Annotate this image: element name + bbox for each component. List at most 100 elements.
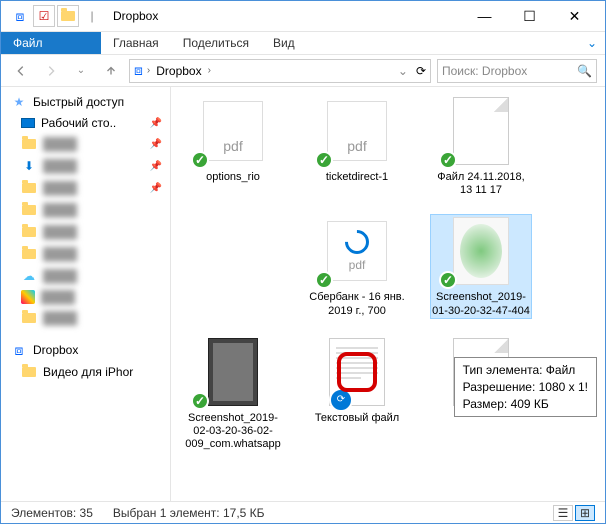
- tooltip: Тип элемента: Файл Разрешение: 1080 x 1!…: [454, 357, 597, 417]
- forward-button[interactable]: [39, 59, 63, 83]
- breadcrumb[interactable]: ⧈ › Dropbox › ⌄ ⟳: [129, 59, 431, 83]
- sidebar-item[interactable]: ████ 📌: [1, 177, 170, 199]
- sidebar: ★ Быстрый доступ Рабочий сто.. 📌 ████ 📌 ⬇…: [1, 87, 171, 501]
- titlebar: ⧈ ☑ | Dropbox — ☐ ✕: [1, 1, 605, 31]
- expand-ribbon-icon[interactable]: ⌄: [579, 36, 605, 50]
- view-details-button[interactable]: ☰: [553, 505, 573, 521]
- search-input[interactable]: Поиск: Dropbox 🔍: [437, 59, 597, 83]
- sidebar-item[interactable]: ████📌: [1, 133, 170, 155]
- pin-icon: 📌: [150, 118, 162, 129]
- dropbox-icon: ⧈: [11, 342, 27, 358]
- back-button[interactable]: [9, 59, 33, 83]
- menubar: Файл Главная Поделиться Вид ⌄: [1, 31, 605, 55]
- sidebar-item[interactable]: ████: [1, 287, 170, 307]
- downloads-icon: ⬇: [21, 158, 37, 174]
- search-placeholder: Поиск: Dropbox: [442, 64, 527, 78]
- history-dropdown[interactable]: ⌄: [69, 59, 93, 83]
- sidebar-item[interactable]: ████: [1, 243, 170, 265]
- file-item[interactable]: ⟳ Текстовый файл: [307, 336, 407, 452]
- file-label: options_rio: [183, 171, 283, 184]
- view-icons-button[interactable]: ⊞: [575, 505, 595, 521]
- checkbox-icon[interactable]: ☑: [33, 5, 55, 27]
- sync-badge-icon: ✓: [439, 151, 457, 169]
- breadcrumb-dropdown-icon[interactable]: ⌄: [398, 64, 408, 78]
- up-button[interactable]: [99, 59, 123, 83]
- sidebar-label: ████: [43, 181, 77, 195]
- file-pane[interactable]: pdf✓ options_rio pdf✓ ticketdirect-1 ✓ Ф…: [171, 87, 605, 501]
- sidebar-item[interactable]: ⬇████📌: [1, 155, 170, 177]
- pdf-thumb: pdf: [203, 101, 263, 161]
- sidebar-label: ████: [43, 311, 77, 325]
- chevron-right-icon: ›: [208, 65, 211, 76]
- sidebar-item[interactable]: ████: [1, 221, 170, 243]
- pin-icon: 📌: [150, 161, 162, 172]
- menu-file[interactable]: Файл: [1, 32, 101, 54]
- sidebar-label: ████: [43, 269, 77, 283]
- file-label: Screenshot_2019-02-03-20-36-02-009_com.w…: [183, 412, 283, 452]
- folder-icon: [21, 136, 37, 152]
- desktop-icon: [21, 118, 35, 128]
- sync-badge-icon: ✓: [191, 151, 209, 169]
- file-item[interactable]: pdf✓ Сбербанк - 16 янв. 2019 г., 700: [307, 215, 407, 317]
- status-selection: Выбран 1 элемент: 17,5 КБ: [113, 506, 265, 520]
- icloud-icon: ☁: [21, 268, 37, 284]
- folder-icon: [21, 246, 37, 262]
- sidebar-label: ████: [41, 290, 75, 304]
- sidebar-desktop[interactable]: Рабочий сто.. 📌: [1, 113, 170, 133]
- folder-icon[interactable]: [57, 5, 79, 27]
- statusbar: Элементов: 35 Выбран 1 элемент: 17,5 КБ …: [1, 501, 605, 523]
- file-item[interactable]: ✓ Файл 24.11.2018, 13 11 17: [431, 95, 531, 197]
- file-label: ticketdirect-1: [307, 171, 407, 184]
- tooltip-line: Тип элемента: Файл: [463, 362, 588, 379]
- image-thumb: [453, 217, 509, 285]
- pin-icon: 📌: [150, 139, 162, 150]
- app-icon: [21, 290, 35, 304]
- pdf-edge-thumb: pdf: [327, 221, 387, 281]
- highlight-annotation: [337, 352, 377, 392]
- menu-home[interactable]: Главная: [101, 32, 171, 54]
- breadcrumb-dropbox-icon: ⧈: [134, 62, 143, 79]
- sidebar-dropbox[interactable]: ⧈ Dropbox: [1, 339, 170, 361]
- refresh-icon[interactable]: ⟳: [416, 64, 426, 78]
- file-thumb: [453, 97, 509, 165]
- sync-badge-icon: ✓: [315, 271, 333, 289]
- sync-badge-icon: ✓: [315, 151, 333, 169]
- tooltip-line: Разрешение: 1080 x 1!: [463, 379, 588, 396]
- sidebar-quick-access[interactable]: ★ Быстрый доступ: [1, 91, 170, 113]
- tooltip-line: Размер: 409 КБ: [463, 396, 588, 413]
- sidebar-label: Быстрый доступ: [33, 95, 124, 109]
- file-item[interactable]: pdf✓ ticketdirect-1: [307, 95, 407, 197]
- folder-icon: [21, 364, 37, 380]
- image-thumb: [208, 338, 258, 406]
- sidebar-label: ████: [43, 225, 77, 239]
- file-label: Screenshot_2019-01-30-20-32-47-404: [431, 291, 531, 317]
- pin-icon: 📌: [150, 183, 162, 194]
- address-bar: ⌄ ⧈ › Dropbox › ⌄ ⟳ Поиск: Dropbox 🔍: [1, 55, 605, 87]
- menu-view[interactable]: Вид: [261, 32, 307, 54]
- maximize-button[interactable]: ☐: [507, 1, 552, 31]
- dropbox-icon: ⧈: [9, 5, 31, 27]
- folder-icon: [21, 180, 37, 196]
- breadcrumb-folder[interactable]: Dropbox: [154, 64, 203, 78]
- sidebar-label: Рабочий сто..: [41, 116, 116, 130]
- file-item[interactable]: ✓ Screenshot_2019-01-30-20-32-47-404: [431, 215, 531, 317]
- sidebar-video[interactable]: Видео для iPhor: [1, 361, 170, 383]
- folder-icon: [21, 202, 37, 218]
- star-icon: ★: [11, 94, 27, 110]
- minimize-button[interactable]: —: [462, 1, 507, 31]
- sync-badge-icon: ✓: [439, 271, 457, 289]
- sidebar-label: Видео для iPhor: [43, 365, 133, 379]
- menu-share[interactable]: Поделиться: [171, 32, 261, 54]
- sync-badge-icon: ✓: [191, 392, 209, 410]
- file-label: Файл 24.11.2018, 13 11 17: [431, 171, 531, 197]
- chevron-right-icon: ›: [147, 65, 150, 76]
- search-icon: 🔍: [577, 64, 592, 78]
- file-item[interactable]: pdf✓ options_rio: [183, 95, 283, 197]
- folder-icon: [21, 224, 37, 240]
- sidebar-item[interactable]: ████: [1, 307, 170, 329]
- file-item[interactable]: ✓ Screenshot_2019-02-03-20-36-02-009_com…: [183, 336, 283, 452]
- sidebar-item[interactable]: ☁ ████: [1, 265, 170, 287]
- close-button[interactable]: ✕: [552, 1, 597, 31]
- sidebar-item[interactable]: ████: [1, 199, 170, 221]
- separator: |: [81, 5, 103, 27]
